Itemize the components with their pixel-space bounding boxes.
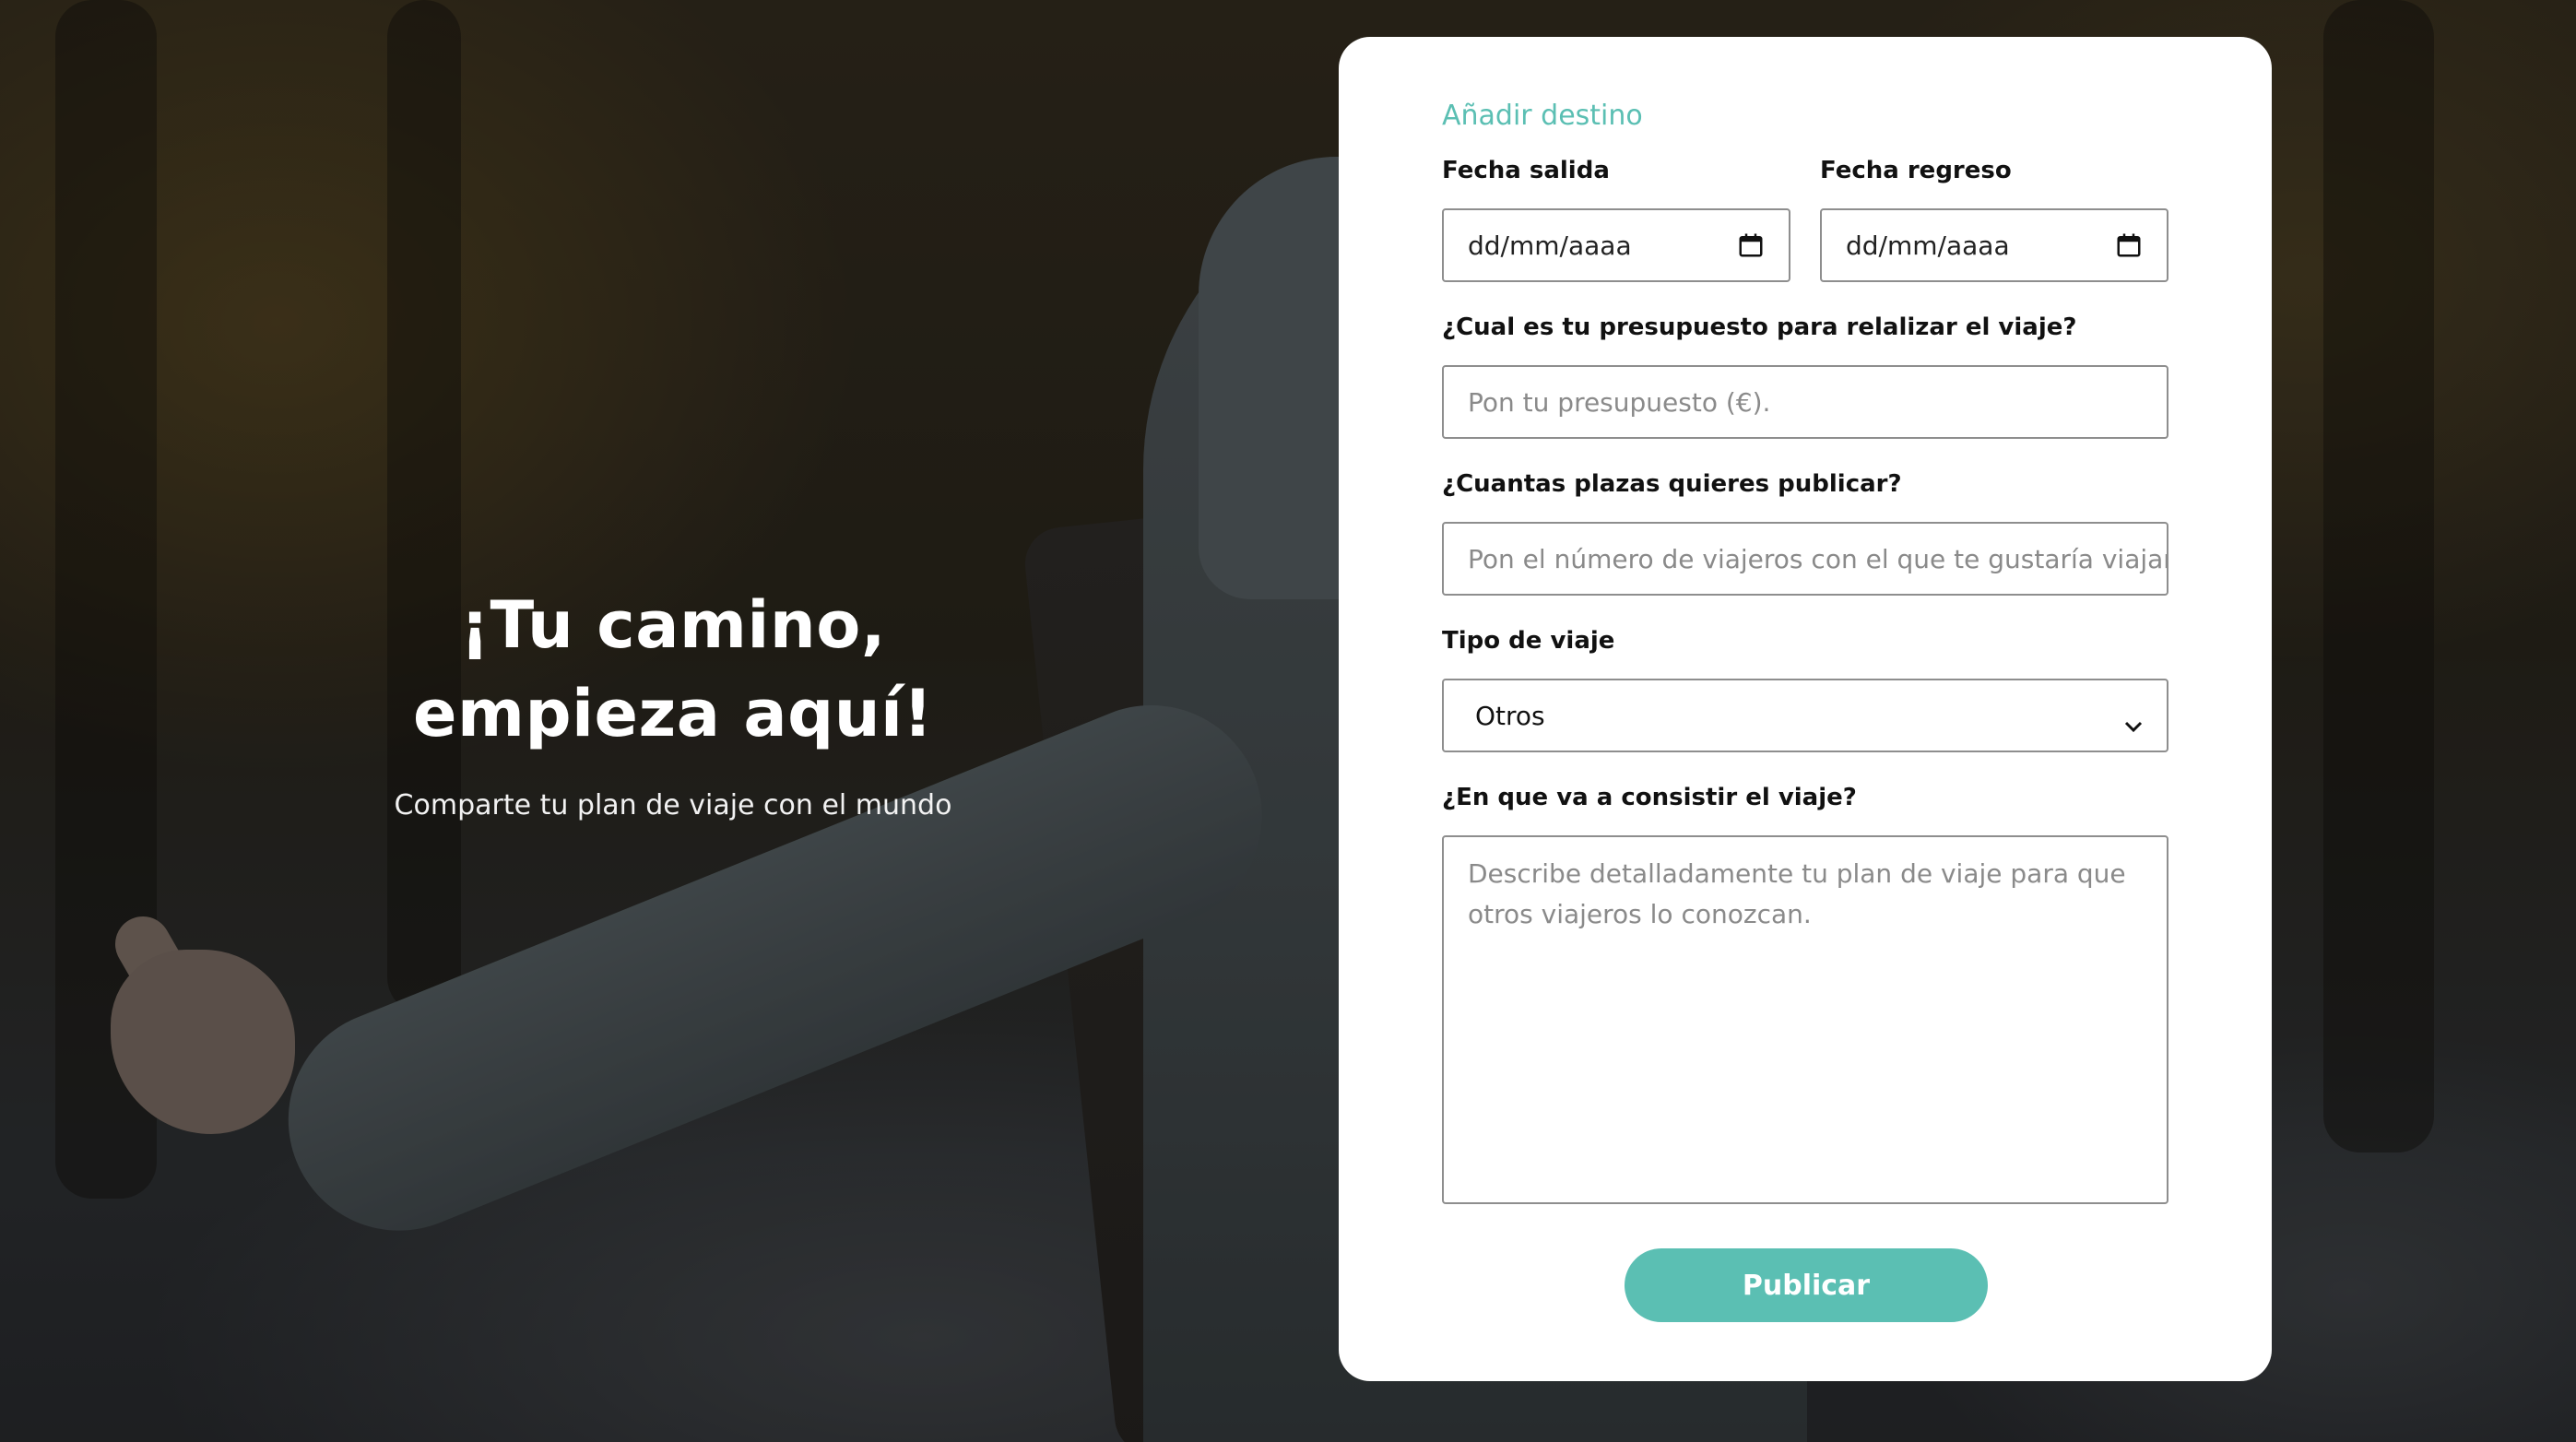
trip-type-select[interactable]: Otros bbox=[1442, 679, 2168, 752]
trip-type-value: Otros bbox=[1475, 700, 1545, 731]
departure-date-label: Fecha salida bbox=[1442, 157, 1610, 184]
return-date-label: Fecha regreso bbox=[1820, 157, 2012, 184]
departure-date-value: dd/mm/aaaa bbox=[1468, 230, 1632, 261]
seats-input[interactable]: Pon el número de viajeros con el que te … bbox=[1442, 522, 2168, 596]
add-destination-form: Añadir destino Fecha salida Fecha regres… bbox=[1339, 37, 2272, 1381]
form-title: Añadir destino bbox=[1442, 100, 1643, 132]
budget-input[interactable]: Pon tu presupuesto (€). bbox=[1442, 365, 2168, 439]
chevron-down-icon bbox=[2124, 709, 2143, 733]
resize-grip-icon[interactable] bbox=[2148, 1184, 2163, 1199]
publish-button[interactable]: Publicar bbox=[1625, 1248, 1988, 1322]
description-textarea[interactable]: Describe detalladamente tu plan de viaje… bbox=[1442, 835, 2168, 1204]
hero-section: ¡Tu camino, empieza aquí! Comparte tu pl… bbox=[313, 581, 1033, 821]
calendar-icon[interactable] bbox=[2115, 231, 2143, 259]
hero-subtitle: Comparte tu plan de viaje con el mundo bbox=[394, 789, 952, 821]
seats-placeholder: Pon el número de viajeros con el que te … bbox=[1468, 543, 2168, 574]
seats-label: ¿Cuantas plazas quieres publicar? bbox=[1442, 470, 1902, 498]
trip-type-label: Tipo de viaje bbox=[1442, 627, 1615, 655]
description-placeholder: Describe detalladamente tu plan de viaje… bbox=[1468, 858, 2126, 929]
hero-title: ¡Tu camino, empieza aquí! bbox=[313, 581, 1033, 758]
budget-placeholder: Pon tu presupuesto (€). bbox=[1468, 386, 1771, 418]
hero-title-line1: ¡Tu camino, bbox=[460, 587, 886, 663]
budget-label: ¿Cual es tu presupuesto para relalizar e… bbox=[1442, 313, 2077, 341]
description-label: ¿En que va a consistir el viaje? bbox=[1442, 784, 1857, 811]
return-date-input[interactable]: dd/mm/aaaa bbox=[1820, 208, 2168, 282]
return-date-value: dd/mm/aaaa bbox=[1846, 230, 2010, 261]
departure-date-input[interactable]: dd/mm/aaaa bbox=[1442, 208, 1790, 282]
hero-title-line2: empieza aquí! bbox=[413, 676, 933, 751]
calendar-icon[interactable] bbox=[1737, 231, 1765, 259]
